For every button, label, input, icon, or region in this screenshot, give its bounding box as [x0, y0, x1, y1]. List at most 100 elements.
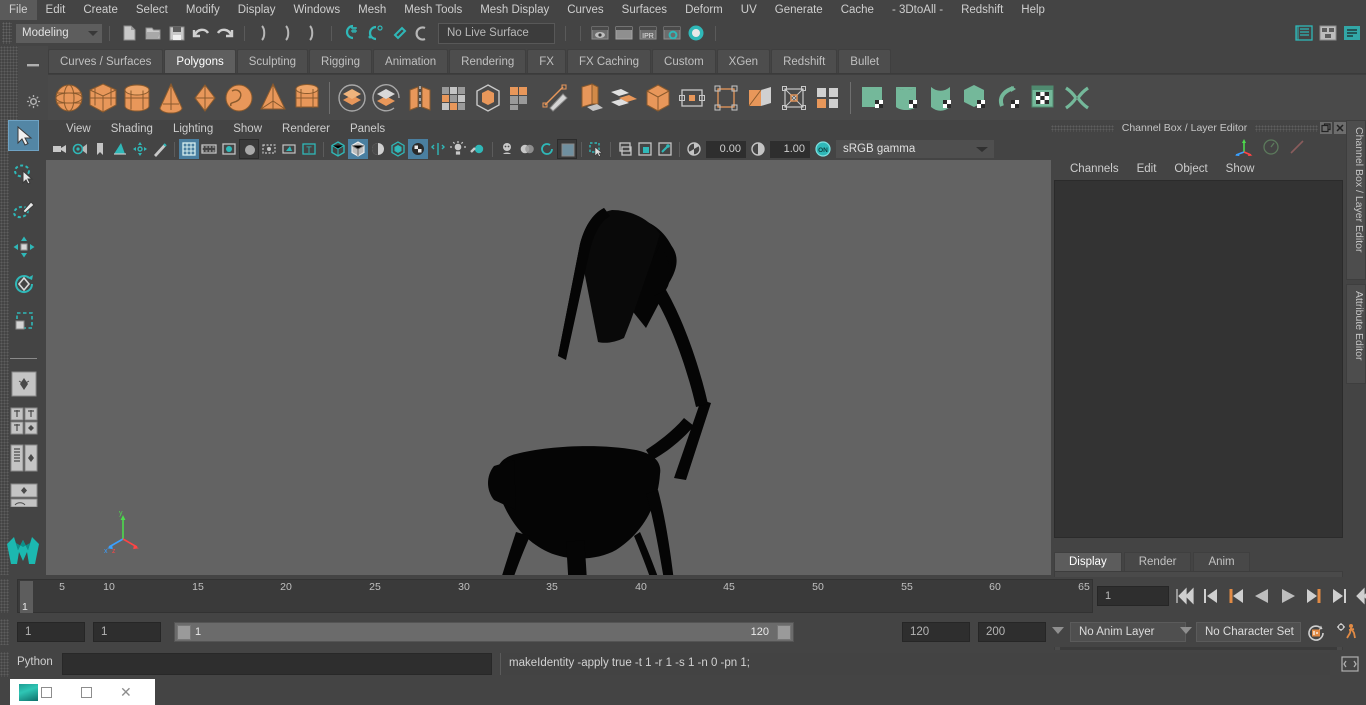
- menu-uv[interactable]: UV: [732, 0, 766, 20]
- select-camera-icon[interactable]: [50, 139, 70, 159]
- menu-curves[interactable]: Curves: [558, 0, 612, 20]
- menu-edit[interactable]: Edit: [37, 0, 75, 20]
- gate-mask-icon[interactable]: [239, 139, 259, 159]
- time-slider-grip[interactable]: [0, 579, 9, 613]
- grid-toggle-icon[interactable]: [179, 139, 199, 159]
- auto-keyframe-icon[interactable]: [1306, 623, 1326, 643]
- step-forward-frame-icon[interactable]: [1328, 585, 1352, 607]
- render-sequence-icon[interactable]: [612, 21, 636, 45]
- render-view-icon[interactable]: [588, 21, 612, 45]
- live-surface-field[interactable]: No Live Surface: [438, 22, 555, 44]
- taskbar-window-button[interactable]: ✕: [10, 679, 155, 705]
- restore-icon[interactable]: [1320, 122, 1332, 134]
- menu-help[interactable]: Help: [1012, 0, 1054, 20]
- scale-tool[interactable]: [8, 305, 39, 336]
- restore-window-button[interactable]: [41, 686, 52, 698]
- boolean-icon[interactable]: [505, 78, 539, 118]
- uv-planar-map-icon[interactable]: [856, 78, 890, 118]
- command-language-label[interactable]: Python: [17, 656, 53, 668]
- shelf-tab-fx-caching[interactable]: FX Caching: [566, 49, 652, 73]
- current-frame-field[interactable]: 1: [1097, 586, 1169, 606]
- maximize-window-button[interactable]: [81, 686, 92, 698]
- single-perspective-layout[interactable]: [8, 368, 39, 399]
- uv-cut-sew-icon[interactable]: [1060, 78, 1094, 118]
- snapshot-icon[interactable]: [635, 139, 655, 159]
- character-set-chevron-down-icon[interactable]: [1180, 627, 1192, 634]
- two-d-pan-zoom-icon[interactable]: [130, 139, 150, 159]
- four-view-layout[interactable]: [8, 405, 39, 436]
- film-gate-icon[interactable]: [199, 139, 219, 159]
- smooth-icon[interactable]: [471, 78, 505, 118]
- polygon-pyramid-icon[interactable]: [256, 78, 290, 118]
- gamma-icon[interactable]: [748, 139, 768, 159]
- viewport-menu-renderer[interactable]: Renderer: [272, 123, 340, 135]
- menu-create[interactable]: Create: [74, 0, 127, 20]
- viewport-settings-icon[interactable]: [655, 139, 675, 159]
- close-window-button[interactable]: ✕: [120, 685, 132, 699]
- isolate-select-icon[interactable]: [557, 139, 577, 159]
- xray-icon[interactable]: [259, 139, 279, 159]
- step-back-frame-icon[interactable]: [1198, 585, 1222, 607]
- shadows-icon[interactable]: [408, 139, 428, 159]
- select-by-hierarchy-icon[interactable]: [252, 21, 276, 45]
- range-start-handle[interactable]: [177, 625, 191, 640]
- channel-box-menu-object[interactable]: Object: [1165, 163, 1216, 175]
- separate-icon[interactable]: [369, 78, 403, 118]
- range-end-handle[interactable]: [777, 625, 791, 640]
- play-forwards-icon[interactable]: [1276, 585, 1300, 607]
- uv-unfold-icon[interactable]: [992, 78, 1026, 118]
- menu-display[interactable]: Display: [229, 0, 285, 20]
- use-all-lights-icon[interactable]: [388, 139, 408, 159]
- side-tab-channel-box-layer-editor[interactable]: Channel Box / Layer Editor: [1346, 120, 1366, 280]
- redo-icon[interactable]: [213, 21, 237, 45]
- polygon-cone-icon[interactable]: [154, 78, 188, 118]
- layer-tab-anim[interactable]: Anim: [1193, 552, 1250, 571]
- range-slider-grip[interactable]: [0, 619, 9, 645]
- shelf-tab-bullet[interactable]: Bullet: [838, 49, 892, 73]
- menu-cache[interactable]: Cache: [832, 0, 883, 20]
- snap-to-curve-icon[interactable]: [363, 21, 387, 45]
- polygon-cube-icon[interactable]: [86, 78, 120, 118]
- uv-automatic-icon[interactable]: [811, 78, 845, 118]
- color-management-toggle-icon[interactable]: ON: [812, 139, 832, 159]
- rotate-tool[interactable]: [8, 268, 39, 299]
- uv-cylindrical-icon[interactable]: [777, 78, 811, 118]
- uv-cylindrical-map-icon[interactable]: [890, 78, 924, 118]
- wireframe-icon[interactable]: [328, 139, 348, 159]
- panel-grip-right[interactable]: [1255, 124, 1318, 132]
- polygon-sphere-icon[interactable]: [52, 78, 86, 118]
- snap-to-point-icon[interactable]: [387, 21, 411, 45]
- channel-box-content[interactable]: [1054, 180, 1343, 538]
- snap-to-projected-center-icon[interactable]: [411, 21, 435, 45]
- depth-of-field-icon[interactable]: [537, 139, 557, 159]
- close-icon[interactable]: [1334, 122, 1346, 134]
- layer-tab-render[interactable]: Render: [1123, 552, 1192, 571]
- channel-box-menu-show[interactable]: Show: [1217, 163, 1264, 175]
- menu-redshift[interactable]: Redshift: [952, 0, 1012, 20]
- anim-start-time-field[interactable]: 1: [17, 622, 85, 642]
- polygon-plane-icon[interactable]: [188, 78, 222, 118]
- menu-mesh[interactable]: Mesh: [349, 0, 395, 20]
- status-line-grip[interactable]: [2, 22, 12, 44]
- bridge-icon[interactable]: [607, 78, 641, 118]
- shelf-tab-xgen[interactable]: XGen: [716, 49, 771, 73]
- gamma-value[interactable]: 1.00: [770, 140, 810, 158]
- light-toggle-icon[interactable]: [448, 139, 468, 159]
- menu-mesh-tools[interactable]: Mesh Tools: [395, 0, 471, 20]
- bookmark-icon[interactable]: [90, 139, 110, 159]
- command-input[interactable]: [62, 653, 492, 675]
- lasso-select-tool[interactable]: [8, 157, 39, 188]
- menu-generate[interactable]: Generate: [766, 0, 832, 20]
- uv-editor-icon[interactable]: [1026, 78, 1060, 118]
- toggle-view-transform-icon[interactable]: [615, 139, 635, 159]
- side-tab-attribute-editor[interactable]: Attribute Editor: [1346, 284, 1366, 384]
- move-tool[interactable]: [8, 231, 39, 262]
- shelf-tab-rigging[interactable]: Rigging: [309, 49, 373, 73]
- exposure-icon[interactable]: [684, 139, 704, 159]
- color-management-selector[interactable]: sRGB gamma: [836, 140, 970, 158]
- polygon-cylinder-icon[interactable]: [120, 78, 154, 118]
- menu-select[interactable]: Select: [127, 0, 177, 20]
- merge-icon[interactable]: [573, 78, 607, 118]
- persp-outliner-layout[interactable]: [8, 442, 39, 473]
- color-management-chevron-down-icon[interactable]: [970, 140, 994, 158]
